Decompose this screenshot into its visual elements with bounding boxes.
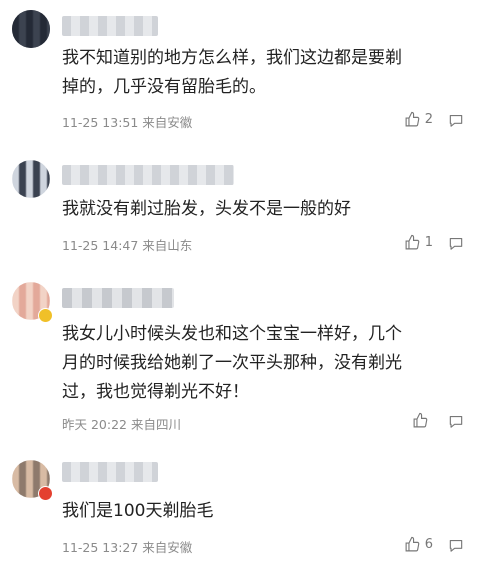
comment-meta: 11-25 14:47 来自山东 (62, 238, 193, 253)
thumbs-up-icon (413, 412, 428, 428)
comment-text: 我女儿小时候头发也和这个宝宝一样好，几个 月的时候我给她剃了一次平头那种，没有剃… (62, 324, 402, 402)
username-blurred[interactable] (62, 288, 174, 308)
like-button[interactable] (412, 412, 433, 429)
comment-text: 我就没有剃过胎发，头发不是一般的好 (62, 199, 351, 219)
like-button[interactable]: 2 (404, 111, 433, 128)
username-blurred[interactable] (62, 16, 158, 36)
like-count: 1 (424, 235, 433, 250)
thumbs-up-icon (405, 536, 420, 552)
comment-meta: 11-25 13:51 来自安徽 (62, 115, 193, 130)
username-blurred[interactable] (62, 165, 234, 185)
like-button[interactable]: 6 (404, 536, 433, 553)
like-count: 2 (424, 112, 433, 127)
like-count: 6 (424, 537, 433, 552)
verified-badge-icon (38, 308, 53, 323)
avatar[interactable] (12, 10, 50, 48)
thumbs-up-icon (405, 234, 420, 250)
comment-bubble-icon[interactable] (447, 413, 465, 430)
comment-meta: 昨天 20:22 来自四川 (62, 417, 181, 432)
comment-text: 我们是100天剃胎毛 (62, 501, 214, 521)
comment-bubble-icon[interactable] (447, 235, 465, 252)
comment-meta: 11-25 13:27 来自安徽 (62, 540, 193, 555)
thumbs-up-icon (405, 111, 420, 127)
comment-text: 我不知道别的地方怎么样，我们这边都是要剃 掉的，几乎没有留胎毛的。 (62, 48, 402, 97)
comment-bubble-icon[interactable] (447, 112, 465, 129)
username-blurred[interactable] (62, 462, 158, 482)
like-button[interactable]: 1 (404, 234, 433, 251)
badge-icon (38, 486, 53, 501)
avatar[interactable] (12, 160, 50, 198)
comment-bubble-icon[interactable] (447, 537, 465, 554)
